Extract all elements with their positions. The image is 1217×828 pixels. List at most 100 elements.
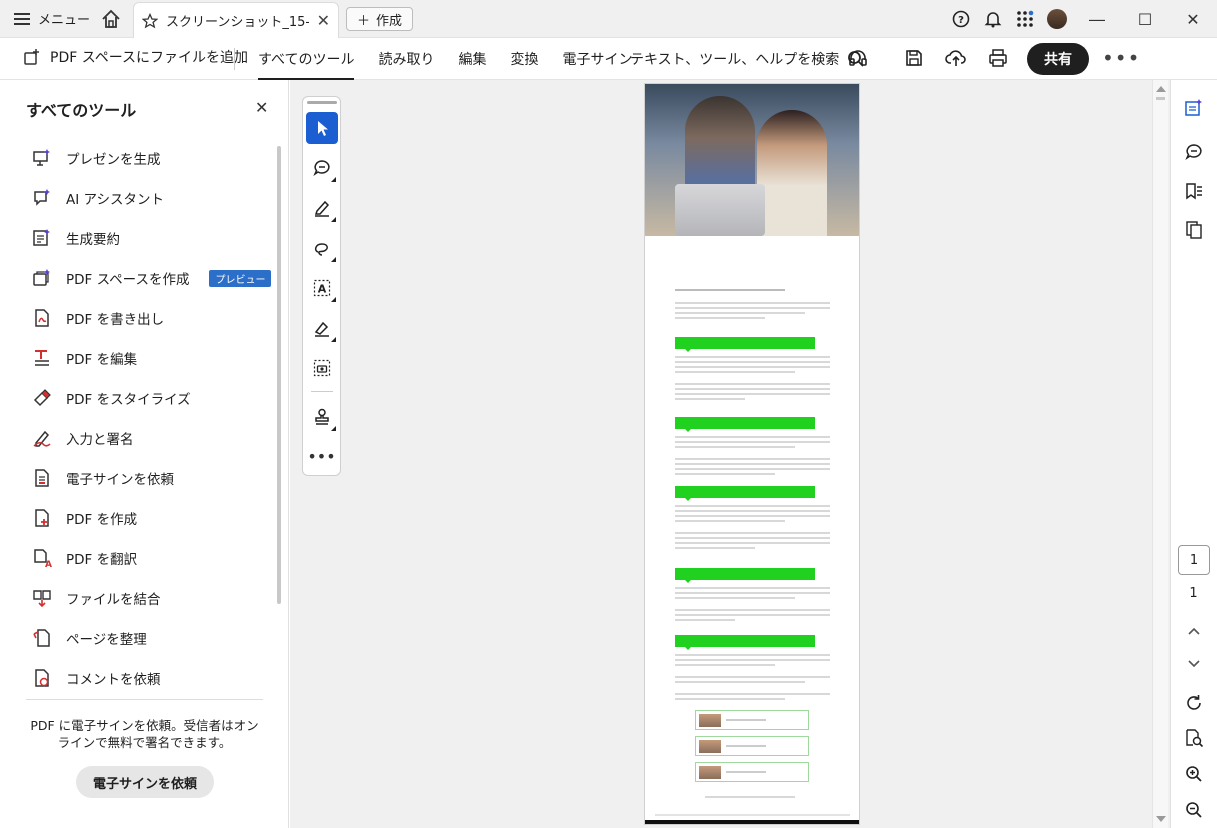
tool-fill-and-sign[interactable]: 入力と署名 bbox=[32, 418, 272, 458]
more-tools-icon[interactable]: ••• bbox=[303, 447, 340, 466]
scroll-up-arrow-icon[interactable] bbox=[1156, 86, 1166, 92]
next-page-icon[interactable] bbox=[1183, 653, 1205, 675]
page-hero-image bbox=[645, 84, 859, 236]
toolbar-icons bbox=[846, 46, 1010, 70]
bell-icon[interactable] bbox=[977, 10, 1009, 28]
menu-button[interactable]: メニュー bbox=[14, 9, 90, 28]
zoom-out-icon[interactable] bbox=[1183, 799, 1205, 821]
avatar bbox=[1047, 9, 1067, 29]
create-button[interactable]: ＋ 作成 bbox=[346, 7, 414, 31]
tab-read[interactable]: 読み取り bbox=[378, 38, 434, 80]
close-panel-icon[interactable]: ✕ bbox=[255, 98, 268, 117]
right-rail: 1 1 bbox=[1170, 80, 1217, 828]
tool-ai-assistant[interactable]: AI アシスタント bbox=[32, 178, 272, 218]
stamp-tool[interactable] bbox=[306, 401, 338, 433]
page-section-heading bbox=[675, 486, 815, 501]
tool-request-comments[interactable]: コメントを依頼 bbox=[32, 658, 272, 698]
request-esignature-button[interactable]: 電子サインを依頼 bbox=[76, 766, 214, 798]
page-number-input[interactable]: 1 bbox=[1178, 545, 1210, 575]
save-icon[interactable] bbox=[902, 46, 926, 70]
vertical-scrollbar[interactable] bbox=[1152, 80, 1168, 828]
page-text-line bbox=[675, 505, 830, 507]
read-aloud-icon[interactable] bbox=[846, 46, 870, 70]
camera-snapshot-icon bbox=[313, 359, 331, 377]
tool-request-esignature[interactable]: 電子サインを依頼 bbox=[32, 458, 272, 498]
select-tool[interactable] bbox=[306, 112, 338, 144]
create-pdf-icon bbox=[32, 508, 52, 528]
rotate-icon[interactable] bbox=[1183, 692, 1205, 714]
scroll-down-arrow-icon[interactable] bbox=[1156, 816, 1166, 822]
draw-tool[interactable] bbox=[306, 232, 338, 264]
tool-translate-pdf[interactable]: A PDF を翻訳 bbox=[32, 538, 272, 578]
maximize-button[interactable]: ☐ bbox=[1121, 0, 1169, 38]
tool-generate-presentation[interactable]: プレゼンを生成 bbox=[32, 138, 272, 178]
comments-rail-icon[interactable] bbox=[1183, 141, 1205, 163]
help-icon[interactable]: ? bbox=[945, 10, 977, 28]
page-text-line bbox=[675, 664, 775, 666]
highlight-tool[interactable] bbox=[306, 192, 338, 224]
page-text-line bbox=[675, 312, 805, 314]
sign-tool[interactable] bbox=[306, 312, 338, 344]
close-tab-icon[interactable]: ✕ bbox=[317, 11, 330, 30]
tool-search[interactable]: テキスト、ツール、ヘルプを検索 bbox=[630, 49, 865, 69]
generative-summary-rail-icon[interactable] bbox=[1183, 97, 1205, 119]
pages-rail-icon[interactable] bbox=[1183, 219, 1205, 241]
page-text-line bbox=[675, 436, 830, 438]
bookmarks-rail-icon[interactable] bbox=[1183, 180, 1205, 202]
tab-esign[interactable]: 電子サイン bbox=[562, 38, 632, 80]
tool-organize-pages[interactable]: ページを整理 bbox=[32, 618, 272, 658]
panel-divider bbox=[26, 699, 263, 700]
tool-create-pdf-space[interactable]: PDF スペースを作成 プレビュー bbox=[32, 258, 272, 298]
close-window-button[interactable]: ✕ bbox=[1169, 0, 1217, 38]
page-text-line bbox=[675, 371, 795, 373]
tool-stylize-pdf[interactable]: PDF をスタイライズ bbox=[32, 378, 272, 418]
tool-export-pdf[interactable]: PDF を書き出し bbox=[32, 298, 272, 338]
page-text-line bbox=[675, 614, 830, 616]
minimize-button[interactable]: ― bbox=[1073, 0, 1121, 38]
snapshot-tool[interactable] bbox=[306, 352, 338, 384]
document-tab[interactable]: スクリーンショット_15-7-... ✕ bbox=[133, 2, 339, 38]
star-icon[interactable] bbox=[142, 12, 158, 29]
more-options-icon[interactable]: ••• bbox=[1102, 46, 1140, 70]
panel-scrollbar[interactable] bbox=[277, 146, 281, 604]
previous-page-icon[interactable] bbox=[1183, 620, 1205, 642]
page-text-line bbox=[675, 592, 830, 594]
tab-all-tools[interactable]: すべてのツール bbox=[258, 38, 355, 80]
apps-grid-icon[interactable] bbox=[1009, 10, 1041, 28]
print-icon[interactable] bbox=[986, 46, 1010, 70]
page-link-card bbox=[695, 736, 809, 756]
tool-combine-files[interactable]: ファイルを結合 bbox=[32, 578, 272, 618]
page-zoom-fit-icon[interactable] bbox=[1183, 727, 1205, 749]
tool-generative-summary[interactable]: 生成要約 bbox=[32, 218, 272, 258]
scrollbar-thumb[interactable] bbox=[1156, 97, 1165, 100]
presentation-ai-icon bbox=[32, 148, 52, 168]
page-text-line bbox=[675, 473, 775, 475]
page-text-line bbox=[675, 693, 830, 695]
page-section-heading bbox=[675, 568, 815, 583]
zoom-in-icon[interactable] bbox=[1183, 763, 1205, 785]
user-avatar[interactable] bbox=[1041, 9, 1073, 29]
add-text-tool[interactable]: A bbox=[306, 272, 338, 304]
page-text-line bbox=[675, 532, 830, 534]
page-text-line bbox=[675, 463, 830, 465]
add-to-pdf-space-button[interactable]: PDF スペースにファイルを追加 bbox=[22, 47, 248, 67]
document-canvas[interactable]: A ••• bbox=[290, 80, 1180, 828]
tab-edit[interactable]: 編集 bbox=[458, 38, 486, 80]
page-text-line bbox=[675, 654, 830, 656]
menu-label: メニュー bbox=[38, 13, 91, 28]
share-button[interactable]: 共有 bbox=[1027, 43, 1089, 75]
home-icon[interactable] bbox=[100, 8, 122, 30]
upload-cloud-icon[interactable] bbox=[944, 46, 968, 70]
tool-edit-pdf[interactable]: PDF を編集 bbox=[32, 338, 272, 378]
tab-convert[interactable]: 変換 bbox=[510, 38, 538, 80]
pdf-page[interactable] bbox=[644, 83, 860, 825]
tool-create-pdf[interactable]: PDF を作成 bbox=[32, 498, 272, 538]
toolbar-grip[interactable] bbox=[307, 101, 337, 104]
translate-icon: A bbox=[32, 548, 52, 568]
highlighter-icon bbox=[313, 199, 331, 217]
comment-tool[interactable] bbox=[306, 152, 338, 184]
page-total: 1 bbox=[1189, 586, 1198, 601]
page-text-line bbox=[675, 361, 830, 363]
page-text-line bbox=[675, 393, 830, 395]
hamburger-icon bbox=[14, 12, 30, 25]
